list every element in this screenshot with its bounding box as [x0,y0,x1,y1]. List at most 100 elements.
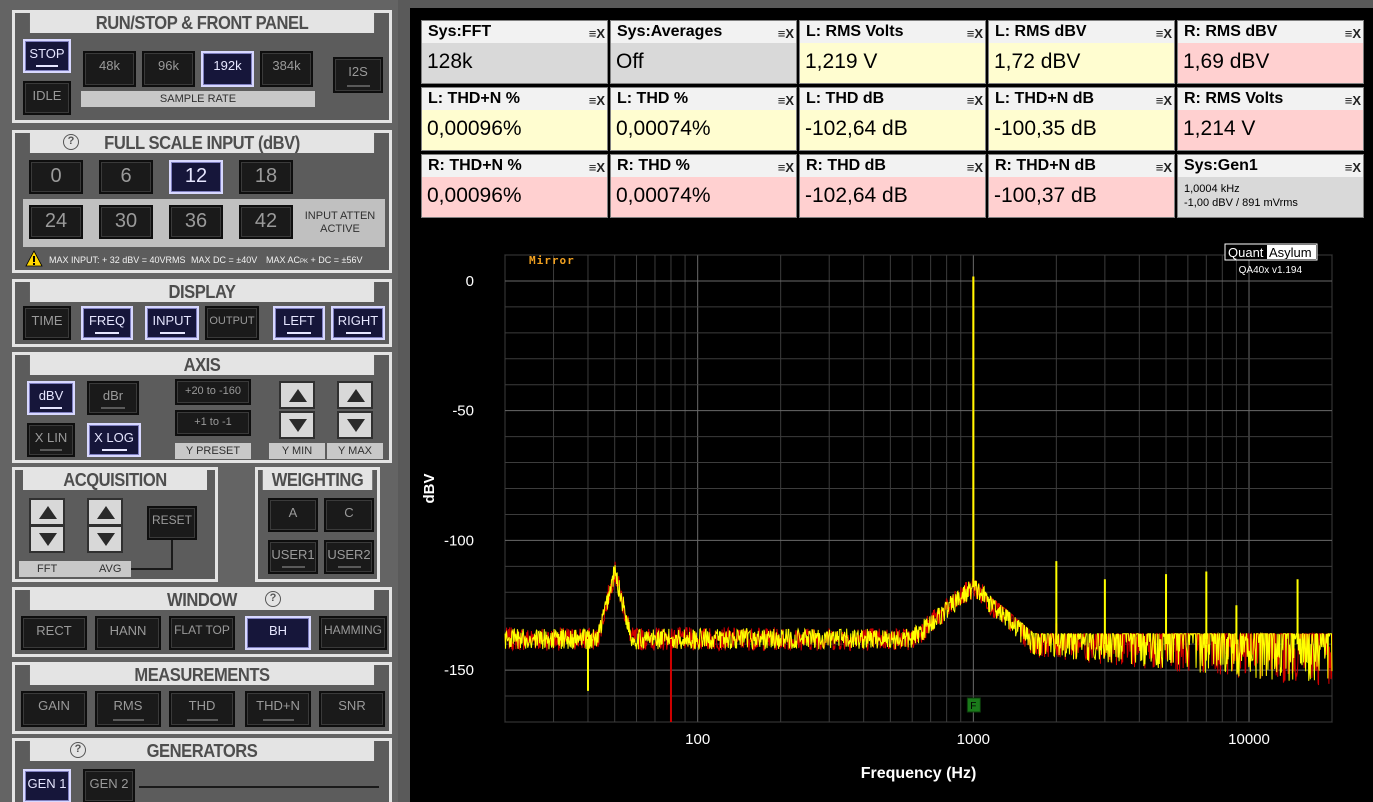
meter-menu-close-icons[interactable]: ≡X [1156,93,1172,108]
close-icon[interactable]: X [1352,160,1361,175]
meter-menu-close-icons[interactable]: ≡X [589,160,605,175]
close-icon[interactable]: X [974,26,983,41]
meter-tile[interactable]: L: RMS dBV ≡X 1,72 dBV [988,20,1175,84]
meter-tile[interactable]: L: THD dB ≡X -102,64 dB [799,87,986,151]
meas-thdn-button[interactable]: THD+N [245,691,311,727]
close-icon[interactable]: X [1352,26,1361,41]
rate-48k-button[interactable]: 48k [83,51,136,87]
close-icon[interactable]: X [785,160,794,175]
y-max-up-button[interactable] [337,381,373,409]
meter-tile[interactable]: R: RMS Volts ≡X 1,214 V [1177,87,1364,151]
close-icon[interactable]: X [785,93,794,108]
meter-tile[interactable]: Sys:Averages ≡X Off [610,20,797,84]
fs-6-button[interactable]: 6 [99,160,153,194]
fs-12-button[interactable]: 12 [169,160,223,194]
help-icon[interactable]: ? [70,742,86,758]
y-min-down-button[interactable] [279,411,315,439]
rate-192k-button[interactable]: 192k [201,51,254,87]
meter-menu-close-icons[interactable]: ≡X [589,93,605,108]
i2s-button[interactable]: I2S [333,57,383,93]
close-icon[interactable]: X [1163,160,1172,175]
window-hann-button[interactable]: HANN [95,616,161,650]
weighting-user1-button[interactable]: USER1 [268,540,318,574]
meter-menu-close-icons[interactable]: ≡X [967,160,983,175]
close-icon[interactable]: X [1352,93,1361,108]
reset-button[interactable]: RESET [147,506,197,540]
fs-18-button[interactable]: 18 [239,160,293,194]
display-right-button[interactable]: RIGHT [331,306,385,340]
meter-menu-close-icons[interactable]: ≡X [1345,160,1361,175]
spectrum-chart[interactable]: 100 1000 10000 0 -50 -100 -150 Frequency (Hz) dB… [421,237,1363,782]
meter-tile[interactable]: L: THD % ≡X 0,00074% [610,87,797,151]
preset-20-160-button[interactable]: +20 to -160 [175,379,251,405]
fft-up-button[interactable] [29,498,65,526]
axis-xlog-button[interactable]: X LOG [87,423,141,457]
meter-tile[interactable]: L: THD+N % ≡X 0,00096% [421,87,608,151]
display-freq-button[interactable]: FREQ [81,306,133,340]
meter-tile[interactable]: R: THD % ≡X 0,00074% [610,154,797,218]
fs-42-button[interactable]: 42 [239,205,293,239]
meter-menu-close-icons[interactable]: ≡X [778,26,794,41]
y-max-down-button[interactable] [337,411,373,439]
display-time-button[interactable]: TIME [23,306,71,340]
close-icon[interactable]: X [974,160,983,175]
meter-tile[interactable]: L: THD+N dB ≡X -100,35 dB [988,87,1175,151]
fs-30-button[interactable]: 30 [99,205,153,239]
axis-dbr-button[interactable]: dBr [87,381,139,415]
meter-tile[interactable]: L: RMS Volts ≡X 1,219 V [799,20,986,84]
fs-24-button[interactable]: 24 [29,205,83,239]
meter-tile[interactable]: R: RMS dBV ≡X 1,69 dBV [1177,20,1364,84]
close-icon[interactable]: X [1163,93,1172,108]
meter-menu-close-icons[interactable]: ≡X [967,93,983,108]
fft-down-button[interactable] [29,525,65,553]
meter-menu-close-icons[interactable]: ≡X [967,26,983,41]
window-bh-button[interactable]: BH [245,616,311,650]
close-icon[interactable]: X [785,26,794,41]
y-min-up-button[interactable] [279,381,315,409]
avg-up-button[interactable] [87,498,123,526]
meas-gain-button[interactable]: GAIN [21,691,87,727]
weighting-user2-button[interactable]: USER2 [324,540,374,574]
gen1-button[interactable]: GEN 1 [23,769,71,802]
axis-xlin-button[interactable]: X LIN [27,423,75,457]
fs-36-button[interactable]: 36 [169,205,223,239]
gen2-button[interactable]: GEN 2 [83,769,135,802]
display-input-button[interactable]: INPUT [145,306,199,340]
meas-thd-button[interactable]: THD [169,691,235,727]
preset-1-1-button[interactable]: +1 to -1 [175,410,251,436]
meter-menu-close-icons[interactable]: ≡X [1345,26,1361,41]
stop-button[interactable]: STOP [23,39,71,73]
meter-menu-close-icons[interactable]: ≡X [778,160,794,175]
meter-menu-close-icons[interactable]: ≡X [1156,160,1172,175]
meter-tile[interactable]: R: THD+N dB ≡X -100,37 dB [988,154,1175,218]
meas-rms-button[interactable]: RMS [95,691,161,727]
rate-96k-button[interactable]: 96k [142,51,195,87]
idle-button[interactable]: IDLE [23,81,71,115]
meter-menu-close-icons[interactable]: ≡X [589,26,605,41]
close-icon[interactable]: X [596,26,605,41]
meas-snr-button[interactable]: SNR [319,691,385,727]
meter-tile[interactable]: Sys:FFT ≡X 128k [421,20,608,84]
weighting-c-button[interactable]: C [324,498,374,532]
window-flattop-button[interactable]: FLAT TOP [169,616,235,650]
close-icon[interactable]: X [596,160,605,175]
help-icon[interactable]: ? [63,134,79,150]
axis-dbv-button[interactable]: dBV [27,381,75,415]
spectrum-plot[interactable]: 100 1000 10000 0 -50 -100 -150 Frequency (Hz) dB… [421,237,1363,782]
meter-tile[interactable]: Sys:Gen1 ≡X 1,0004 kHz -1,00 dBV / 891 mVrm… [1177,154,1364,218]
close-icon[interactable]: X [1163,26,1172,41]
meter-tile[interactable]: R: THD+N % ≡X 0,00096% [421,154,608,218]
display-output-button[interactable]: OUTPUT [205,306,259,340]
display-left-button[interactable]: LEFT [273,306,325,340]
close-icon[interactable]: X [596,93,605,108]
close-icon[interactable]: X [974,93,983,108]
window-rect-button[interactable]: RECT [21,616,87,650]
meter-menu-close-icons[interactable]: ≡X [1156,26,1172,41]
meter-menu-close-icons[interactable]: ≡X [778,93,794,108]
help-icon[interactable]: ? [265,591,281,607]
rate-384k-button[interactable]: 384k [260,51,313,87]
meter-tile[interactable]: R: THD dB ≡X -102,64 dB [799,154,986,218]
window-hamming-button[interactable]: HAMMING [319,616,387,650]
meter-menu-close-icons[interactable]: ≡X [1345,93,1361,108]
fs-0-button[interactable]: 0 [29,160,83,194]
